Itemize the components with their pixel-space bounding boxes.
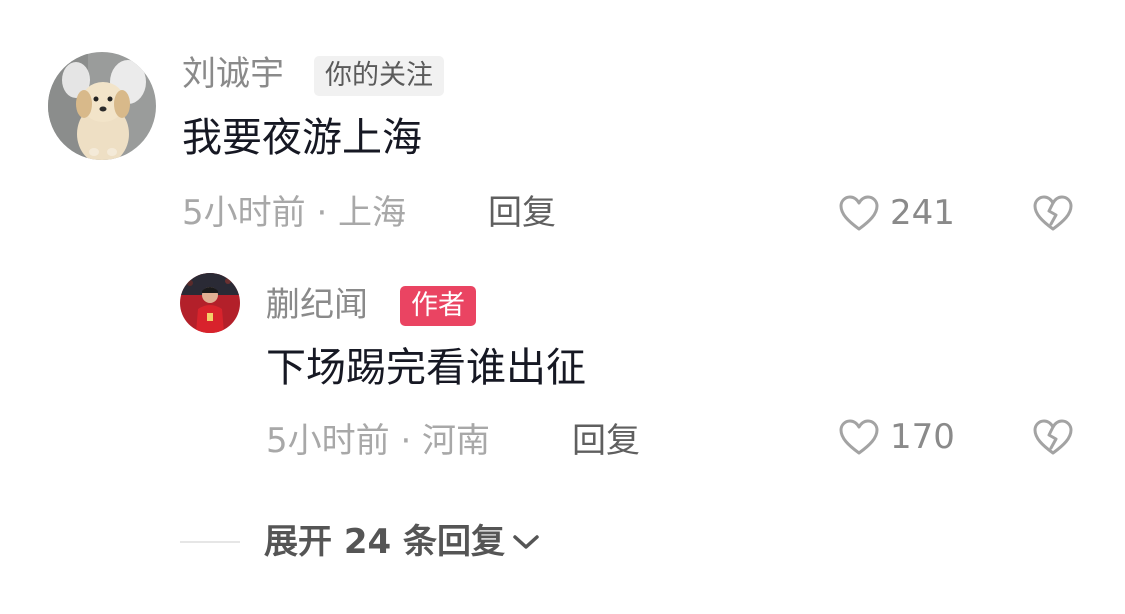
reply-button[interactable]: 回复 [488, 196, 556, 230]
like-button[interactable]: 170 [838, 418, 955, 456]
comment-meta: 5小时前 · 河南 [266, 421, 491, 461]
like-count: 170 [890, 417, 955, 457]
dog-avatar-image [48, 52, 156, 160]
comment-username[interactable]: 蒯纪闻 [266, 288, 368, 322]
dislike-button[interactable] [1032, 194, 1074, 236]
chevron-down-icon [513, 535, 539, 549]
avatar[interactable] [48, 52, 156, 160]
following-badge: 你的关注 [314, 56, 444, 96]
comment-username[interactable]: 刘诚宇 [182, 57, 284, 91]
avatar[interactable] [180, 273, 240, 333]
reply-button[interactable]: 回复 [572, 424, 640, 458]
comment-meta: 5小时前 · 上海 [182, 193, 407, 233]
heart-outline-icon [839, 419, 879, 455]
expand-replies-button[interactable]: 展开 24 条回复 [264, 525, 541, 559]
comment-text: 下场踢完看谁出征 [266, 345, 586, 391]
broken-heart-icon [1033, 195, 1073, 231]
author-badge: 作者 [400, 286, 476, 326]
broken-heart-icon [1033, 419, 1073, 455]
comment-text: 我要夜游上海 [182, 115, 422, 161]
expand-replies-label: 展开 24 条回复 [264, 522, 505, 562]
like-count: 241 [890, 193, 955, 233]
expand-divider [180, 541, 240, 543]
dislike-button[interactable] [1032, 418, 1074, 460]
player-avatar-image [180, 273, 240, 333]
like-button[interactable]: 241 [838, 194, 955, 232]
heart-outline-icon [839, 195, 879, 231]
